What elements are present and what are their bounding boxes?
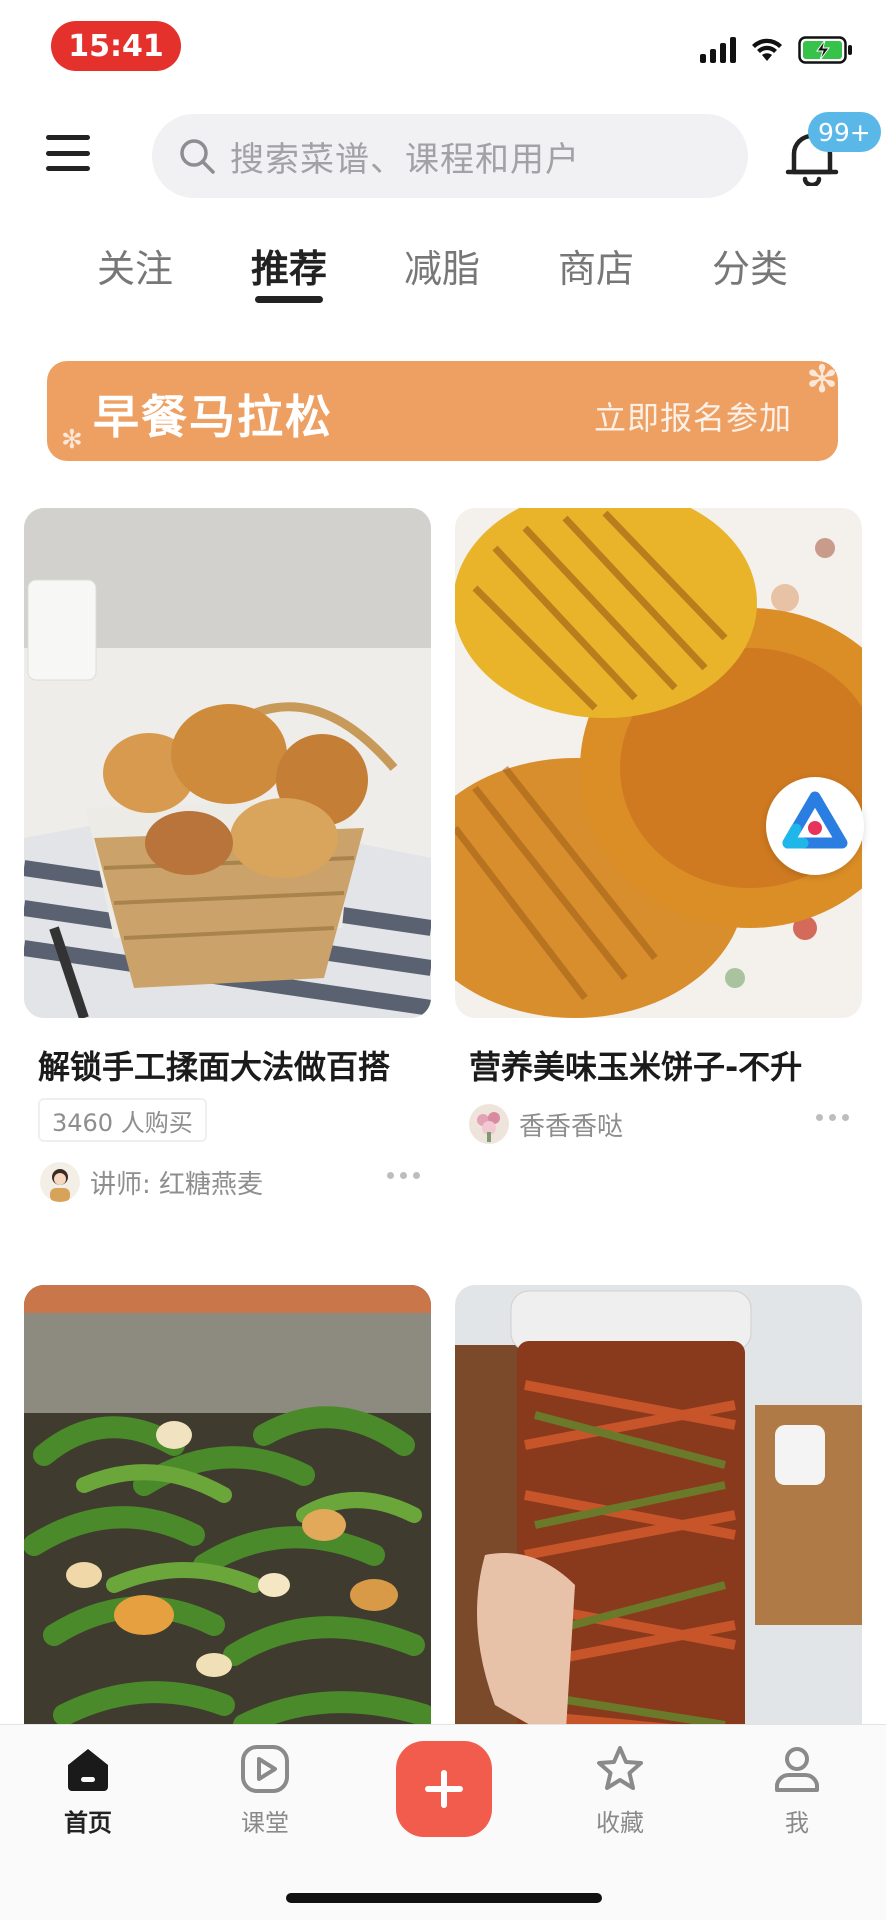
status-bar: 15:41 <box>0 0 886 96</box>
star-icon <box>597 1746 643 1790</box>
status-time: 15:41 <box>51 21 181 71</box>
wifi-icon <box>752 38 782 61</box>
play-icon <box>241 1745 289 1793</box>
bottom-navigation: 首页 课堂 收藏 我 <box>0 1724 886 1920</box>
tab-follow[interactable]: 关注 <box>97 238 173 293</box>
nav-label: 我 <box>785 1809 809 1837</box>
plus-icon <box>425 1770 463 1808</box>
notification-badge: 99+ <box>808 112 881 152</box>
card-image-bread-basket[interactable] <box>24 508 431 1018</box>
breakfast-marathon-banner[interactable]: ✻ ✻ 早餐马拉松 立即报名参加 <box>47 361 838 461</box>
nav-label: 课堂 <box>241 1809 289 1837</box>
category-tabs: 关注 推荐 减脂 商店 分类 <box>0 232 886 312</box>
battery-charging-icon <box>798 36 852 64</box>
recipe-card[interactable] <box>24 1285 431 1745</box>
sparkle-icon: ✻ <box>806 361 838 401</box>
menu-icon[interactable] <box>46 135 90 171</box>
avatar <box>40 1162 80 1202</box>
search-icon <box>180 139 215 174</box>
card-image-stir-fried-peppers[interactable] <box>24 1285 431 1745</box>
author-row[interactable]: 讲师: 红糖燕麦 <box>40 1162 420 1202</box>
more-options-icon[interactable] <box>816 1114 849 1121</box>
tab-categories[interactable]: 分类 <box>712 238 788 293</box>
tab-recommended[interactable]: 推荐 <box>251 238 327 293</box>
author-row[interactable]: 香香香哒 <box>469 1104 849 1144</box>
purchase-count-tag: 3460 人购买 <box>38 1098 207 1142</box>
card-title[interactable]: 解锁手工揉面大法做百搭 <box>38 1042 438 1088</box>
recipe-card[interactable]: 解锁手工揉面大法做百搭 3460 人购买 讲师: 红糖燕麦 <box>24 508 431 1202</box>
active-tab-indicator <box>255 296 323 303</box>
recipe-card[interactable] <box>455 1285 862 1745</box>
more-options-icon[interactable] <box>387 1172 420 1179</box>
search-placeholder: 搜索菜谱、课程和用户 <box>230 139 580 180</box>
nav-label: 首页 <box>64 1809 112 1837</box>
banner-signup-link[interactable]: 立即报名参加 <box>594 393 792 439</box>
user-icon <box>775 1747 819 1792</box>
avatar <box>469 1104 509 1144</box>
nav-label: 收藏 <box>596 1809 644 1837</box>
app-logo-icon <box>782 791 848 849</box>
nav-classroom[interactable]: 课堂 <box>205 1743 325 1838</box>
home-indicator <box>286 1893 602 1903</box>
card-image-corn-pancakes[interactable] <box>455 508 862 1018</box>
floating-app-logo[interactable] <box>766 777 864 875</box>
author-name: 讲师: 红糖燕麦 <box>90 1169 264 1200</box>
nav-home[interactable]: 首页 <box>28 1743 148 1838</box>
search-input[interactable]: 搜索菜谱、课程和用户 <box>152 114 748 198</box>
banner-title: 早餐马拉松 <box>93 390 333 444</box>
nav-profile[interactable]: 我 <box>737 1743 857 1838</box>
tab-fat-loss[interactable]: 减脂 <box>404 238 480 293</box>
tab-store[interactable]: 商店 <box>558 238 634 293</box>
nav-favorites[interactable]: 收藏 <box>560 1743 680 1838</box>
status-icons <box>700 36 854 64</box>
recipe-card[interactable]: 营养美味玉米饼子-不升 香香香哒 <box>455 508 862 1144</box>
author-name: 香香香哒 <box>519 1111 624 1142</box>
add-recipe-button[interactable] <box>396 1741 492 1837</box>
card-title[interactable]: 营养美味玉米饼子-不升 <box>469 1042 869 1088</box>
card-image-pickled-vegetables-jar[interactable] <box>455 1285 862 1745</box>
cellular-signal-icon <box>700 37 736 63</box>
home-icon <box>68 1749 108 1791</box>
top-header: 搜索菜谱、课程和用户 99+ <box>0 100 886 210</box>
sparkle-icon: ✻ <box>61 425 83 455</box>
